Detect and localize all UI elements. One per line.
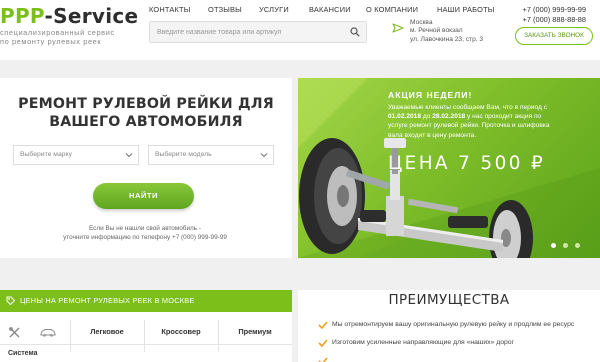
prices-columns: Легковое Кроссовер Премиум xyxy=(0,320,292,352)
advantage-text: Изготовим усиленные направляющие для «на… xyxy=(332,339,515,346)
car-finder: РЕМОНТ РУЛЕВОЙ РЕЙКИ ДЛЯ ВАШЕГО АВТОМОБИ… xyxy=(0,78,292,258)
advantages-title: ПРЕИМУЩЕСТВА xyxy=(388,292,510,308)
promo-banner[interactable]: АКЦИЯ НЕДЕЛИ! Уважаемые клиенты сообщаем… xyxy=(298,78,600,258)
check-icon xyxy=(318,339,328,347)
prices-header: ЦЕНЫ НА РЕМОНТ РУЛЕВЫХ РЕЕК В МОСКВЕ xyxy=(0,290,292,312)
phone-2[interactable]: +7 (000) 888-88-88 xyxy=(523,15,586,25)
finder-title: РЕМОНТ РУЛЕВОЙ РЕЙКИ ДЛЯ ВАШЕГО АВТОМОБИ… xyxy=(0,95,292,131)
advantage-text: Мы отремонтируем вашу оригинальную рулев… xyxy=(332,321,575,328)
advantages-panel: ПРЕИМУЩЕСТВА Мы отремонтируем вашу ориги… xyxy=(298,290,600,362)
find-button[interactable]: НАЙТИ xyxy=(93,183,194,209)
nav-services[interactable]: УСЛУГИ xyxy=(259,5,289,14)
address: Москва м. Речной вокзал ул. Лавочкина 23… xyxy=(410,19,483,44)
nav-contacts[interactable]: КОНТАКТЫ xyxy=(149,5,190,14)
nav-about[interactable]: О КОМПАНИИ xyxy=(366,5,418,14)
search-box xyxy=(149,21,367,43)
check-icon xyxy=(318,321,328,329)
tagline-line2: по ремонту рулевых реек xyxy=(0,37,102,46)
check-icon xyxy=(318,357,328,362)
brand-select-value: Выберите марку xyxy=(20,151,72,158)
slider-dot[interactable] xyxy=(551,243,556,248)
chevron-down-icon xyxy=(125,153,133,158)
tools-icon xyxy=(9,327,20,338)
finder-note-line2: уточните информацию по телефону +7 (000)… xyxy=(63,233,227,241)
nav-reviews[interactable]: ОТЗЫВЫ xyxy=(208,5,242,14)
logo[interactable]: PPP-Service xyxy=(0,4,138,28)
model-select[interactable]: Выберите модель xyxy=(148,145,274,165)
tagline-line1: специализированный сервис xyxy=(0,28,115,37)
banner-text-line1: Уважаемые клиенты сообщаем Вам, что в пе… xyxy=(388,104,547,111)
search-input[interactable] xyxy=(157,22,342,42)
finder-note-line1: Если Вы не нашли свой автомобиль - xyxy=(88,225,201,232)
logo-prefix: PPP xyxy=(0,4,45,28)
phone-1[interactable]: +7 (000) 999-99-99 xyxy=(523,5,586,15)
nav-vacancies[interactable]: ВАКАНСИИ xyxy=(309,5,351,14)
chevron-down-icon xyxy=(260,153,268,158)
logo-suffix: -Service xyxy=(44,4,139,28)
finder-title-line1: РЕМОНТ РУЛЕВОЙ РЕЙКИ ДЛЯ xyxy=(18,96,274,112)
column-crossover: Кроссовер xyxy=(161,327,201,336)
finder-note: Если Вы не нашли свой автомобиль - уточн… xyxy=(40,225,250,243)
banner-date-to: 28.02.2018 xyxy=(432,113,466,121)
banner-text-line2: 01.02.2018 до 28.02.2018 у нас проходит … xyxy=(388,112,550,121)
tag-icon xyxy=(6,296,15,305)
slider-dot[interactable] xyxy=(575,243,580,248)
search-icon[interactable] xyxy=(350,27,360,37)
finder-title-line2: ВАШЕГО АВТОМОБИЛЯ xyxy=(49,114,243,130)
banner-text: Уважаемые клиенты сообщаем Вам, что в пе… xyxy=(388,103,550,140)
banner-text-line4: вала входит в цену ремонта. xyxy=(388,131,477,139)
column-premium: Премиум xyxy=(238,327,272,336)
phones: +7 (000) 999-99-99 +7 (000) 888-88-88 xyxy=(523,5,586,24)
first-row-label: Система xyxy=(8,350,38,357)
location-arrow-icon xyxy=(392,23,404,33)
banner-price: ЦЕНА 7 500 ₽ xyxy=(388,153,546,174)
banner-text-line2-rest: у нас проходит акция по xyxy=(465,113,542,121)
banner-title: АКЦИЯ НЕДЕЛИ! xyxy=(388,90,473,100)
column-passenger: Легковое xyxy=(90,327,124,336)
banner-date-from: 01.02.2018 xyxy=(388,113,422,121)
banner-date-sep: до xyxy=(421,113,433,121)
banner-text-line3: услуге ремонт рулевой рейки. Проточка и … xyxy=(388,122,550,130)
prices-panel: ЦЕНЫ НА РЕМОНТ РУЛЕВЫХ РЕЕК В МОСКВЕ Лег… xyxy=(0,290,292,362)
model-select-value: Выберите модель xyxy=(155,151,212,158)
row-divider xyxy=(0,344,292,345)
callback-button[interactable]: ЗАКАЗАТЬ ЗВОНОК xyxy=(515,27,593,45)
brand-select[interactable]: Выберите марку xyxy=(13,145,139,165)
car-icon xyxy=(40,329,56,337)
slider-dot[interactable] xyxy=(563,243,568,248)
tagline: специализированный сервис по ремонту рул… xyxy=(0,28,115,46)
address-street: ул. Лавочкина 23, стр. 3 xyxy=(410,35,484,43)
site-header: PPP-Service специализированный сервис по… xyxy=(0,0,600,60)
prices-header-title: ЦЕНЫ НА РЕМОНТ РУЛЕВЫХ РЕЕК В МОСКВЕ xyxy=(20,296,195,305)
nav-works[interactable]: НАШИ РАБОТЫ xyxy=(437,5,495,14)
address-metro: м. Речной вокзал xyxy=(410,27,463,35)
